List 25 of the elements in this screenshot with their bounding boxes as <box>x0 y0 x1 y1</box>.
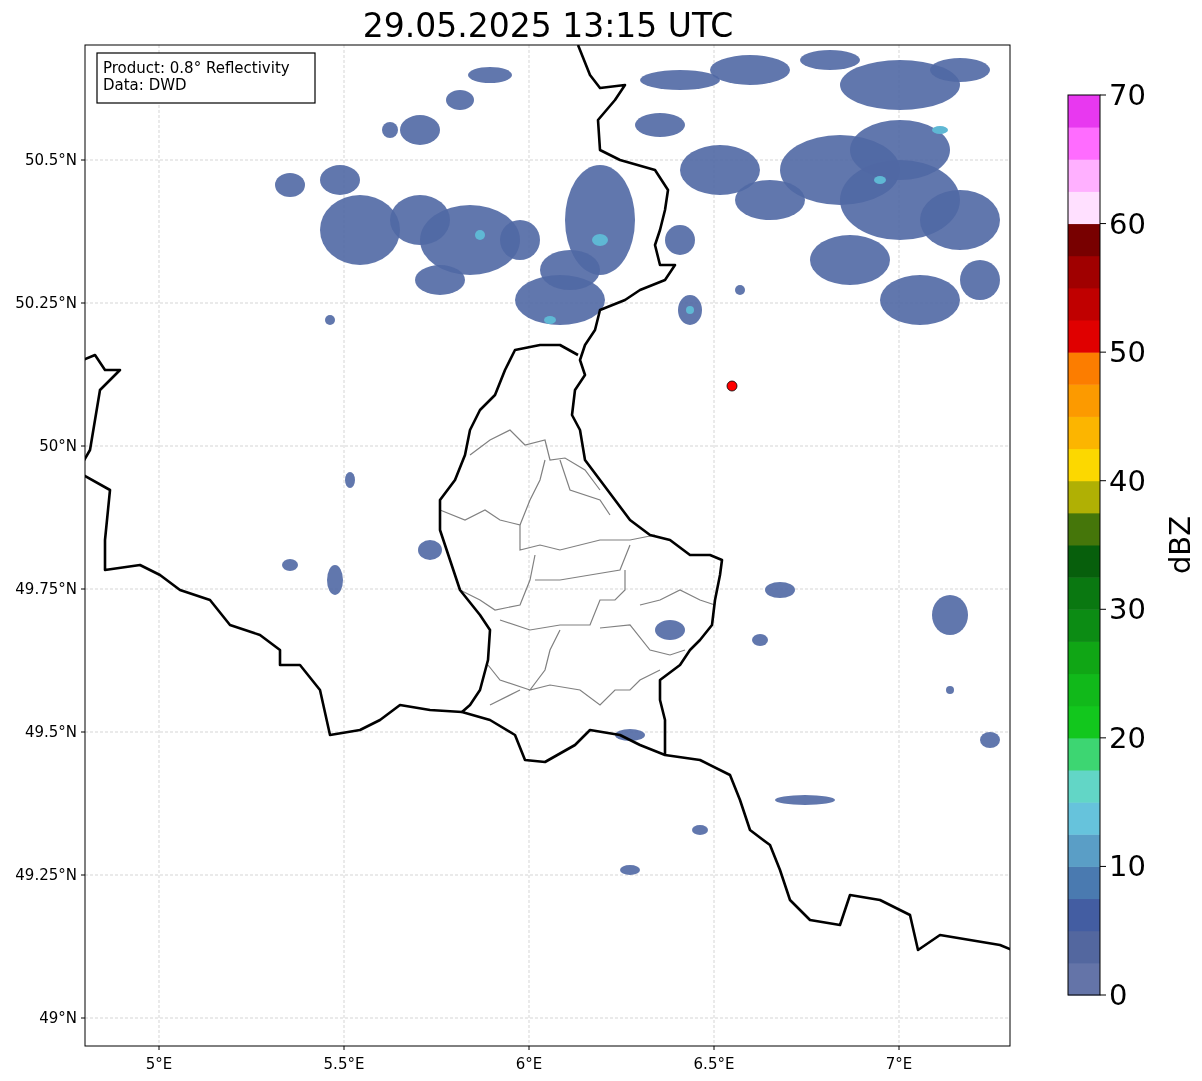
latitude-label: 50°N <box>39 437 77 455</box>
latitude-label: 50.25°N <box>15 294 77 312</box>
longitude-label: 7°E <box>885 1055 913 1073</box>
longitude-label: 6.5°E <box>693 1055 735 1073</box>
colorbar-tick-label: 20 <box>1109 720 1146 755</box>
latitude-label: 49.75°N <box>15 580 77 598</box>
longitude-label: 5°E <box>145 1055 173 1073</box>
longitude-label: 6°E <box>515 1055 543 1073</box>
colorbar-tick-label: 0 <box>1109 978 1128 1012</box>
colorbar-tick-label: 10 <box>1109 849 1146 884</box>
latitude-label: 49.5°N <box>24 723 77 741</box>
colorbar-tick-label: 60 <box>1109 206 1146 241</box>
station-marker <box>726 380 738 392</box>
latitude-label: 49°N <box>39 1009 77 1027</box>
colorbar-label: dBZ <box>1163 515 1197 575</box>
chart-title: 29.05.2025 13:15 UTC <box>362 6 734 45</box>
colorbar-tick-label: 30 <box>1109 592 1146 627</box>
info-text: Product: 0.8° Reflectivity <box>103 59 290 77</box>
latitude-label: 50.5°N <box>24 151 77 169</box>
colorbar-tick-label: 40 <box>1109 463 1146 498</box>
colorbar-tick-label: 50 <box>1109 335 1146 370</box>
longitude-label: 5.5°E <box>323 1055 365 1073</box>
latitude-label: 49.25°N <box>15 866 77 884</box>
info-text: Data: DWD <box>103 76 187 94</box>
colorbar-tick-label: 70 <box>1109 78 1146 112</box>
